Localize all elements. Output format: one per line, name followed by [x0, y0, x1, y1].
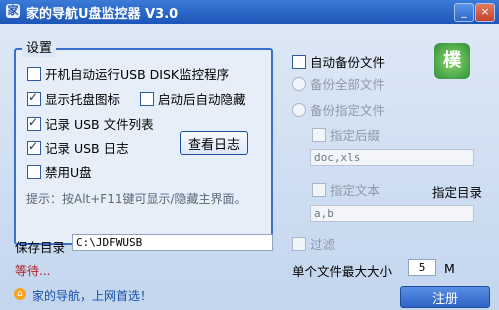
save-dir-field[interactable]: C:\JDFWUSB	[72, 234, 273, 251]
backup-specific-radio[interactable]	[292, 102, 306, 117]
app-logo: 樸	[434, 43, 470, 79]
disable-usb-option[interactable]: 禁用U盘	[27, 162, 92, 181]
autorun-label: 开机自动运行USB DISK监控程序	[45, 67, 230, 82]
save-dir-label: 保存目录	[15, 240, 66, 255]
backup-all-label: 备份全部文件	[310, 77, 386, 92]
max-size-field[interactable]: 5	[408, 259, 436, 276]
backup-specific-label: 备份指定文件	[310, 103, 386, 118]
ext-filter-label: 指定后缀	[330, 128, 381, 143]
target-dir-label[interactable]: 指定目录	[432, 182, 482, 201]
ext-filter-option[interactable]: 指定后缀	[312, 125, 380, 144]
tray-icon-label: 显示托盘图标	[45, 92, 121, 107]
disable-usb-checkbox[interactable]	[27, 164, 41, 179]
file-list-label: 记录 USB 文件列表	[45, 117, 154, 132]
usb-log-checkbox[interactable]	[27, 139, 41, 155]
filter-option[interactable]: 过滤	[292, 234, 335, 253]
text-filter-checkbox[interactable]	[312, 182, 326, 197]
home-icon: ⌂	[14, 288, 26, 300]
max-size-unit: M	[444, 261, 455, 276]
filter-label: 过滤	[310, 237, 336, 252]
auto-backup-checkbox[interactable]	[292, 54, 306, 69]
ext-field[interactable]: doc,xls	[310, 149, 474, 166]
auto-backup-label: 自动备份文件	[310, 55, 386, 70]
disable-usb-label: 禁用U盘	[45, 165, 92, 180]
view-log-button[interactable]: 查看日志	[180, 131, 248, 155]
max-size-label: 单个文件最大大小	[292, 264, 393, 279]
register-button[interactable]: 注册	[400, 286, 490, 308]
backup-all-option[interactable]: 备份全部文件	[292, 74, 385, 93]
backup-all-radio[interactable]	[292, 76, 306, 91]
settings-legend: 设置	[22, 41, 57, 57]
ext-filter-checkbox[interactable]	[312, 127, 326, 142]
window-title: 家的导航U盘监控器 V3.0	[26, 7, 179, 22]
tray-icon-option[interactable]: 显示托盘图标	[27, 89, 120, 108]
app-icon: 家	[6, 4, 20, 18]
usb-log-label: 记录 USB 日志	[45, 141, 129, 156]
auto-hide-label: 启动后自动隐藏	[158, 92, 246, 107]
usb-log-option[interactable]: 记录 USB 日志	[27, 138, 129, 157]
auto-hide-checkbox[interactable]	[140, 91, 154, 106]
close-button[interactable]: ×	[475, 3, 495, 22]
autorun-checkbox[interactable]	[27, 66, 41, 81]
file-list-option[interactable]: 记录 USB 文件列表	[27, 114, 154, 133]
title-bar: 家 家的导航U盘监控器 V3.0 _ ×	[0, 0, 499, 24]
status-text: 等待...	[15, 264, 51, 278]
text-filter-option[interactable]: 指定文本	[312, 180, 380, 199]
file-list-checkbox[interactable]	[27, 115, 41, 131]
hotkey-hint: 提示：按Alt+F11键可显示/隐藏主界面。	[26, 192, 247, 206]
filter-checkbox[interactable]	[292, 236, 306, 251]
text-filter-label: 指定文本	[330, 183, 381, 198]
tray-icon-checkbox[interactable]	[27, 90, 41, 106]
auto-backup-option[interactable]: 自动备份文件	[292, 52, 385, 71]
home-link[interactable]: 家的导航，上网首选！	[32, 287, 152, 304]
minimize-button[interactable]: _	[454, 3, 474, 22]
autorun-option[interactable]: 开机自动运行USB DISK监控程序	[27, 64, 229, 83]
text-field[interactable]: a,b	[310, 205, 474, 222]
backup-specific-option[interactable]: 备份指定文件	[292, 100, 385, 119]
auto-hide-option[interactable]: 启动后自动隐藏	[140, 89, 246, 108]
